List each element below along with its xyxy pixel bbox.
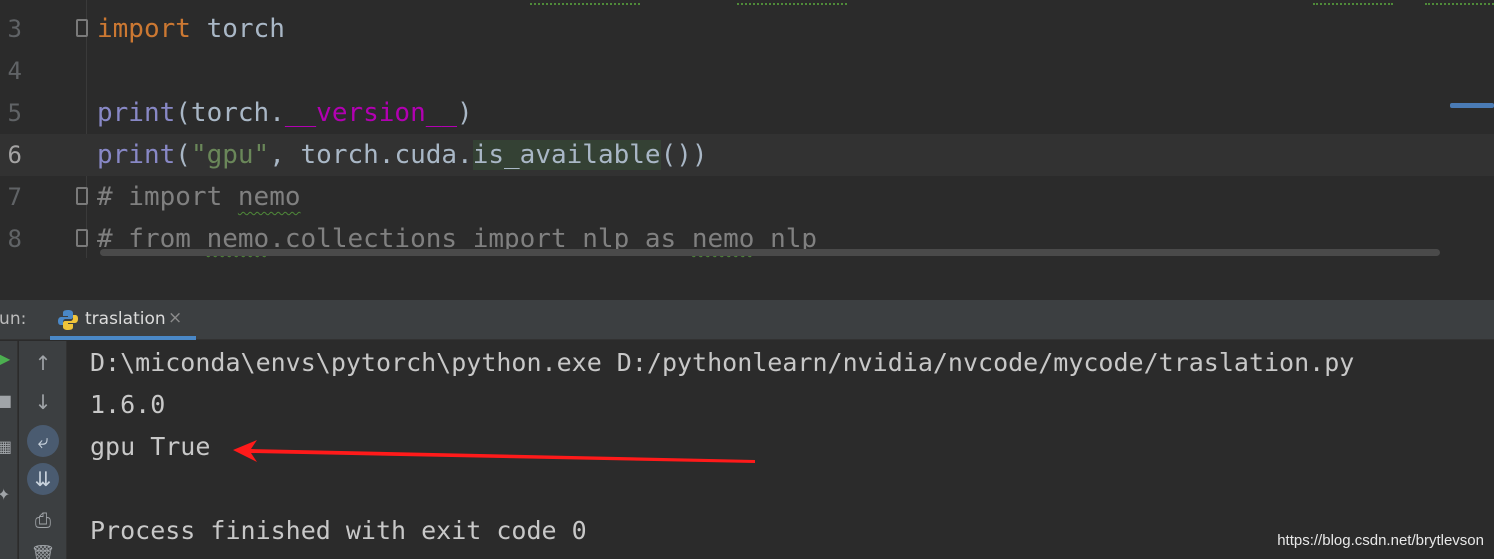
fold-marker-icon[interactable] [76, 187, 88, 205]
console-toolbar: ↑ ↓ ⤶ ⇊ ⎙ 🗑 [19, 341, 67, 559]
annotation-arrow-icon [233, 440, 755, 463]
code-line[interactable]: 7 # import nemo [0, 176, 1494, 218]
scroll-to-end-icon[interactable]: ⇊ [27, 463, 59, 495]
code-token: print [97, 140, 176, 170]
code-token: print [97, 98, 176, 128]
code-token: (torch. [175, 98, 285, 128]
python-icon [58, 310, 78, 330]
code-token: __version__ [284, 98, 458, 128]
close-icon[interactable]: × [168, 308, 182, 328]
stop-icon[interactable]: ■ [0, 391, 12, 410]
line-number: 5 [7, 99, 22, 127]
code-text: # import nemo [97, 176, 301, 218]
fold-marker-icon[interactable] [76, 19, 88, 37]
line-number: 4 [7, 57, 22, 85]
code-editor[interactable]: 3 import torch 4 5 print(torch.__version__) 6… [0, 0, 1494, 300]
console-line: Process finished with exit code 0 [90, 516, 587, 545]
line-number: 8 [7, 225, 22, 253]
arrow-up-icon[interactable]: ↑ [27, 347, 59, 379]
code-token: ( [175, 140, 191, 170]
active-tab-indicator [50, 336, 196, 340]
print-icon[interactable]: ⎙ [27, 504, 59, 536]
code-token: "gpu" [190, 140, 270, 170]
run-label: Run: [0, 309, 27, 329]
scrollbar-marker[interactable] [1450, 103, 1494, 108]
rerun-icon[interactable]: ▶ [0, 349, 10, 368]
pin-icon[interactable]: ✦ [0, 485, 10, 504]
line-number: 7 [7, 183, 22, 211]
layout-icon[interactable]: ▦ [0, 437, 12, 456]
warning-squiggle [530, 0, 640, 5]
line-number: 3 [7, 15, 22, 43]
code-line[interactable]: 3 import torch [0, 8, 1494, 50]
code-text: print(torch.__version__) [97, 92, 473, 134]
warning-squiggle [737, 0, 847, 5]
tab-label: traslation [85, 309, 166, 329]
code-token: nemo [237, 182, 301, 212]
code-token: torch [190, 14, 285, 44]
code-line[interactable]: 4 [0, 50, 1494, 92]
arrow-down-icon[interactable]: ↓ [27, 386, 59, 418]
code-token: ()) [660, 140, 708, 170]
editor-horizontal-scrollbar[interactable] [100, 249, 1440, 256]
code-token: import [97, 14, 191, 44]
code-token: is_available [472, 140, 661, 170]
code-token: , torch.cuda. [269, 140, 473, 170]
panel-splitter[interactable] [0, 258, 1494, 300]
console-line: D:\miconda\envs\pytorch\python.exe D:/py… [90, 348, 1355, 377]
run-actions-strip: ▶ ■ ▦ ✦ [0, 341, 18, 559]
soft-wrap-icon[interactable]: ⤶ [27, 425, 59, 457]
code-line[interactable]: 5 print(torch.__version__) [0, 92, 1494, 134]
tab-traslation[interactable]: traslation × [50, 300, 196, 340]
code-line[interactable]: 6 print("gpu", torch.cuda.is_available()) [0, 134, 1494, 176]
warning-squiggle [1313, 0, 1393, 5]
warning-squiggle [1425, 0, 1494, 5]
fold-marker-icon[interactable] [76, 229, 88, 247]
trash-icon[interactable]: 🗑 [27, 539, 59, 559]
watermark: https://blog.csdn.net/brytlevson [1277, 532, 1484, 549]
code-text: print("gpu", torch.cuda.is_available()) [97, 134, 708, 176]
run-panel-header: Run: traslation × [0, 300, 1494, 340]
line-number: 6 [7, 141, 22, 169]
code-token: ) [457, 98, 473, 128]
console-line: gpu True [90, 432, 211, 461]
code-text: import torch [97, 8, 285, 50]
console-line: 1.6.0 [90, 390, 166, 419]
code-token: # import [97, 182, 238, 212]
